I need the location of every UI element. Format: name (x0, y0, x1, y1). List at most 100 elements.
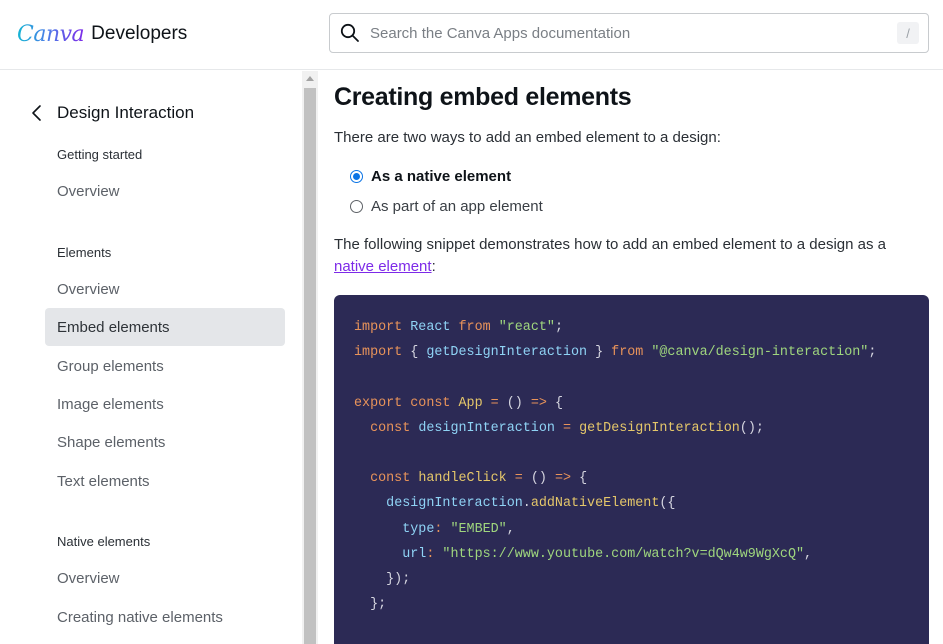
code-token-pun (450, 396, 458, 411)
code-line: designInteraction.addNativeElement({ (354, 491, 909, 516)
code-token-str: "@canva/design-interaction" (651, 345, 869, 361)
main-content: Creating embed elements There are two wa… (318, 71, 943, 644)
option-label: As a native element (371, 168, 512, 185)
scroll-up-arrow-icon[interactable] (302, 71, 318, 87)
sidebar-item-shape-elements[interactable]: Shape elements (45, 423, 285, 461)
sidebar-item-getting-started-overview[interactable]: Overview (45, 172, 285, 210)
search-bar[interactable]: / (329, 13, 929, 53)
code-token-pun: }; (354, 597, 387, 613)
code-token-kw: const (410, 395, 451, 411)
sidebar-item-embed-elements[interactable]: Embed elements (45, 308, 285, 346)
sidebar-back-link[interactable]: Design Interaction (28, 101, 194, 125)
code-token-pun: () (498, 395, 531, 411)
code-token-pun (354, 496, 386, 511)
radio-selected-icon[interactable] (350, 170, 363, 183)
top-header: Canva Developers / (0, 0, 943, 70)
code-token-kw: import (354, 320, 403, 335)
code-token-fn: addNativeElement (530, 496, 660, 512)
sidebar-item-native-overview[interactable]: Overview (45, 559, 285, 597)
code-token-pun (354, 522, 402, 537)
option-native-element[interactable]: As a native element (350, 168, 511, 185)
code-token-pun: } (587, 345, 612, 361)
code-token-pun: ; (868, 345, 877, 361)
sidebar-item-image-elements[interactable]: Image elements (45, 385, 285, 423)
code-token-pun (354, 421, 370, 436)
code-token-str: "react" (498, 320, 555, 335)
code-token-pun (507, 471, 515, 486)
code-line: type: "EMBED", (354, 517, 909, 542)
code-token-op: => (530, 395, 547, 411)
code-token-pun: { (571, 471, 588, 487)
code-token-pun (354, 471, 370, 486)
chevron-left-icon (28, 104, 46, 122)
sidebar-item-elements-overview[interactable]: Overview (45, 270, 285, 308)
code-token-pun: , (804, 546, 813, 562)
code-token-pun: { (402, 345, 427, 361)
sidebar-item-text-elements[interactable]: Text elements (45, 462, 285, 500)
section-label-getting-started: Getting started (57, 147, 143, 162)
code-token-kw: export (354, 395, 403, 411)
logo-product: Developers (91, 23, 188, 44)
intro-text: There are two ways to add an embed eleme… (334, 129, 721, 146)
code-token-pun: ({ (659, 496, 676, 512)
code-token-id: designInteraction (418, 420, 555, 436)
code-token-kw: const (370, 420, 411, 436)
scrollbar-thumb[interactable] (304, 88, 316, 644)
sidebar-item-creating-native-elements[interactable]: Creating native elements (45, 598, 285, 636)
sidebar-item-group-elements[interactable]: Group elements (45, 347, 285, 385)
code-token-fn: handleClick (418, 471, 507, 487)
paragraph-suffix: : (431, 258, 436, 275)
section-label-elements: Elements (57, 245, 112, 260)
code-token-fn: App (458, 395, 483, 411)
code-token-op: = (514, 471, 523, 487)
code-token-kw: from (458, 320, 491, 335)
code-token-pun: () (522, 471, 555, 487)
code-token-pun (450, 320, 458, 335)
option-app-element[interactable]: As part of an app element (350, 198, 543, 215)
code-line: }; (354, 592, 909, 617)
code-token-pun: (); (739, 420, 764, 436)
native-element-link[interactable]: native element (334, 258, 432, 275)
code-token-kw: import (354, 345, 403, 361)
code-token-pun: ; (554, 320, 563, 335)
code-line: import React from "react"; (354, 315, 909, 340)
code-token-pun (571, 421, 579, 436)
code-token-id: getDesignInteraction (426, 345, 588, 361)
code-token-fn: getDesignInteraction (579, 420, 740, 436)
code-token-pun: . (522, 496, 531, 512)
search-icon (340, 23, 360, 43)
code-token-id: url (402, 546, 427, 562)
code-token-kw: const (370, 471, 411, 487)
code-token-kw: from (611, 345, 644, 361)
code-token-op: => (554, 471, 572, 487)
paragraph-prefix: The following snippet demonstrates how t… (334, 236, 887, 253)
radio-unselected-icon[interactable] (350, 200, 363, 213)
search-shortcut-key: / (897, 22, 919, 44)
snippet-description: The following snippet demonstrates how t… (334, 234, 924, 278)
search-input[interactable] (370, 24, 897, 42)
canva-developers-logo[interactable]: Canva Developers (17, 18, 187, 50)
option-label: As part of an app element (371, 198, 543, 215)
sidebar-scrollbar[interactable] (302, 71, 318, 644)
code-token-id: designInteraction (386, 496, 523, 512)
sidebar-nav: Design Interaction Getting started Overv… (0, 71, 302, 644)
code-token-id: React (410, 320, 451, 335)
code-token-pun (483, 396, 491, 411)
sidebar-title: Design Interaction (57, 103, 195, 122)
code-token-op: = (490, 395, 499, 411)
code-token-pun (555, 421, 563, 436)
code-token-pun (354, 547, 402, 562)
code-line: url: "https://www.youtube.com/watch?v=dQ… (354, 542, 909, 567)
code-token-pun: , (506, 521, 515, 537)
code-line: }); (354, 567, 909, 592)
page-title: Creating embed elements (334, 83, 632, 111)
logo-brand: Canva (17, 21, 85, 47)
code-block: import React from "react"; import { getDe… (334, 295, 929, 644)
code-token-str: "https://www.youtube.com/watch?v=dQw4w9W… (442, 546, 805, 562)
code-line: const designInteraction = getDesignInter… (354, 416, 909, 441)
section-label-native-elements: Native elements (57, 534, 151, 549)
code-token-op: = (562, 420, 572, 436)
code-token-id: type (402, 521, 435, 537)
code-token-pun: { (546, 395, 564, 411)
